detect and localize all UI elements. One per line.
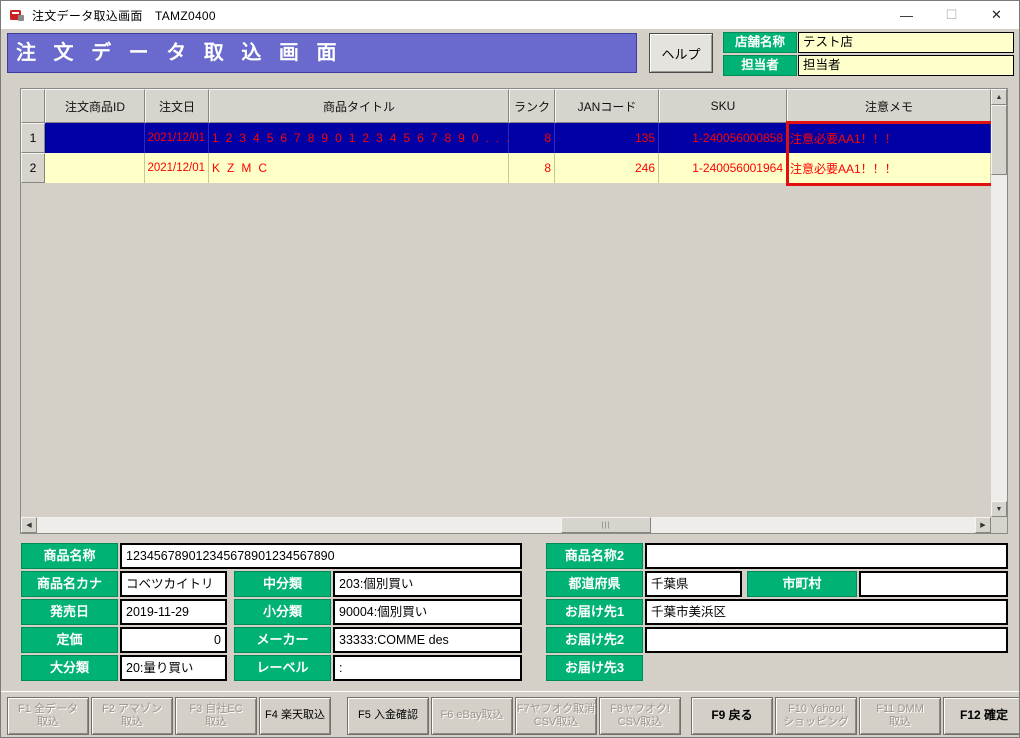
close-button[interactable]: ✕ — [974, 1, 1019, 29]
grid-cell-order-item-id[interactable] — [45, 123, 145, 153]
grid-cell-product-title[interactable]: KZMC — [209, 153, 509, 183]
window-title: 注文データ取込画面 TAMZ0400 — [32, 7, 216, 24]
help-button[interactable]: ヘルプ — [649, 33, 713, 73]
grid-cell-order-date[interactable]: 2021/12/01 — [145, 153, 209, 183]
release-date-label: 発売日 — [21, 599, 118, 625]
window-controls: — ☐ ✕ — [884, 1, 1019, 29]
product-name2-field[interactable] — [645, 543, 1008, 569]
grid-cell-rank[interactable]: 8 — [509, 153, 555, 183]
list-price-field[interactable]: 0 — [120, 627, 227, 653]
order-grid: 注文商品ID 注文日 商品タイトル ランク JANコード SKU 注意メモ 1 … — [20, 88, 1008, 534]
grid-cell-jan-code[interactable]: 135 — [555, 123, 659, 153]
f12-confirm-button[interactable]: F12 確定 — [943, 697, 1020, 735]
f2-amazon-import-button[interactable]: F2 アマゾン 取込 — [91, 697, 173, 735]
list-price-label: 定価 — [21, 627, 118, 653]
product-kana-label: 商品名カナ — [21, 571, 118, 597]
grid-cell-memo[interactable]: 注意必要AA1！！！ — [787, 123, 991, 153]
address3-label: お届け先3 — [546, 655, 643, 681]
middle-class-field[interactable]: 203:個別買い — [333, 571, 522, 597]
grid-header-order-item-id[interactable]: 注文商品ID — [45, 89, 145, 123]
grid-cell-memo[interactable]: 注意必要AA1！！！ — [787, 153, 991, 183]
middle-class-label: 中分類 — [234, 571, 331, 597]
prefecture-field[interactable]: 千葉県 — [645, 571, 742, 597]
maker-field[interactable]: 33333:COMME des — [333, 627, 522, 653]
staff-field[interactable]: 担当者 — [798, 55, 1014, 76]
f7-yafuoku-cancel-csv-button[interactable]: F7ヤフオク取消 CSV取込 — [515, 697, 597, 735]
address1-field[interactable]: 千葉市美浜区 — [645, 599, 1008, 625]
grid-header-order-date[interactable]: 注文日 — [145, 89, 209, 123]
row-number-cell[interactable]: 1 — [21, 123, 45, 153]
f8-yafuoku-csv-button[interactable]: F8ヤフオク! CSV取込 — [599, 697, 681, 735]
address2-label: お届け先2 — [546, 627, 643, 653]
record-label-label: レーベル — [234, 655, 331, 681]
vertical-scroll-thumb[interactable] — [991, 105, 1007, 175]
scroll-up-icon[interactable]: ▲ — [991, 89, 1007, 105]
maximize-button[interactable]: ☐ — [929, 1, 974, 29]
grid-cell-sku[interactable]: 1-240056000858 — [659, 123, 787, 153]
record-label-field[interactable]: : — [333, 655, 522, 681]
title-bar[interactable]: 注文データ取込画面 TAMZ0400 — ☐ ✕ — [1, 1, 1019, 29]
app-window: 注文データ取込画面 TAMZ0400 — ☐ ✕ 注 文 デ ー タ 取 込 画… — [0, 0, 1020, 738]
small-class-label: 小分類 — [234, 599, 331, 625]
release-date-field[interactable]: 2019-11-29 — [120, 599, 227, 625]
f5-payment-check-button[interactable]: F5 入金確認 — [347, 697, 429, 735]
app-icon — [9, 7, 25, 23]
row-number-cell[interactable]: 2 — [21, 153, 45, 183]
small-class-field[interactable]: 90004:個別買い — [333, 599, 522, 625]
grid-cell-product-title[interactable]: 12345678901234567890... — [209, 123, 509, 153]
maker-label: メーカー — [234, 627, 331, 653]
grid-cell-jan-code[interactable]: 246 — [555, 153, 659, 183]
grid-header-memo[interactable]: 注意メモ — [787, 89, 991, 123]
page-title-banner: 注 文 デ ー タ 取 込 画 面 — [7, 33, 637, 73]
city-field[interactable] — [859, 571, 1008, 597]
grid-header-row: 注文商品ID 注文日 商品タイトル ランク JANコード SKU 注意メモ — [21, 89, 991, 123]
minimize-button[interactable]: — — [884, 1, 929, 29]
grid-cell-sku[interactable]: 1-240056001964 — [659, 153, 787, 183]
horizontal-scrollbar[interactable]: ◀ ||| ▶ — [21, 517, 991, 533]
f1-all-data-import-button[interactable]: F1 全データ 取込 — [7, 697, 89, 735]
vertical-scrollbar[interactable]: ▲ ▼ — [991, 89, 1007, 517]
grid-cell-rank[interactable]: 8 — [509, 123, 555, 153]
address2-field[interactable] — [645, 627, 1008, 653]
f10-yahoo-shopping-button[interactable]: F10 Yahoo! ショッピング — [775, 697, 857, 735]
city-label: 市町村 — [747, 571, 857, 597]
staff-label: 担当者 — [723, 55, 797, 76]
product-name-label: 商品名称 — [21, 543, 118, 569]
f11-dmm-import-button[interactable]: F11 DMM 取込 — [859, 697, 941, 735]
address1-label: お届け先1 — [546, 599, 643, 625]
product-name-field[interactable]: 123456789012345678901234567890 — [120, 543, 522, 569]
f6-ebay-import-button[interactable]: F6 eBay取込 — [431, 697, 513, 735]
scroll-left-icon[interactable]: ◀ — [21, 517, 37, 533]
f4-rakuten-import-button[interactable]: F4 楽天取込 — [259, 697, 331, 735]
horizontal-scroll-thumb[interactable]: ||| — [561, 517, 651, 533]
f3-own-ec-import-button[interactable]: F3 自社EC 取込 — [175, 697, 257, 735]
f9-back-button[interactable]: F9 戻る — [691, 697, 773, 735]
grid-header-sku[interactable]: SKU — [659, 89, 787, 123]
product-name2-label: 商品名称2 — [546, 543, 643, 569]
grid-header-rank[interactable]: ランク — [509, 89, 555, 123]
table-row[interactable]: 1 2021/12/01 12345678901234567890... 8 1… — [21, 123, 991, 153]
large-class-label: 大分類 — [21, 655, 118, 681]
grid-cell-order-item-id[interactable] — [45, 153, 145, 183]
grid-cell-order-date[interactable]: 2021/12/01 — [145, 123, 209, 153]
scroll-down-icon[interactable]: ▼ — [991, 501, 1007, 517]
grid-header-rownum — [21, 89, 45, 123]
grid-header-product-title[interactable]: 商品タイトル — [209, 89, 509, 123]
table-row[interactable]: 2 2021/12/01 KZMC 8 246 1-240056001964 注… — [21, 153, 991, 183]
store-name-label: 店舗名称 — [723, 32, 797, 53]
scroll-right-icon[interactable]: ▶ — [975, 517, 991, 533]
store-name-field[interactable]: テスト店 — [798, 32, 1014, 53]
large-class-field[interactable]: 20:量り買い — [120, 655, 227, 681]
function-key-bar: F1 全データ 取込 F2 アマゾン 取込 F3 自社EC 取込 F4 楽天取込… — [1, 691, 1019, 738]
grid-header-jan-code[interactable]: JANコード — [555, 89, 659, 123]
prefecture-label: 都道府県 — [546, 571, 643, 597]
scrollbar-corner — [991, 517, 1007, 533]
product-kana-field[interactable]: コベツカイトリ — [120, 571, 227, 597]
